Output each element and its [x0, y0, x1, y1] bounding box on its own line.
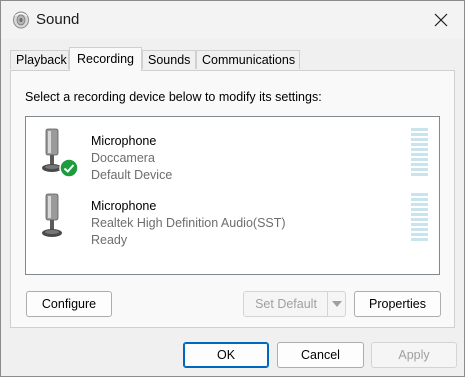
device-name: Microphone: [91, 199, 157, 213]
device-description: Realtek High Definition Audio(SST): [91, 216, 286, 230]
cancel-button[interactable]: Cancel: [277, 342, 364, 368]
tab-playback[interactable]: Playback: [10, 50, 69, 69]
close-icon: [434, 13, 448, 27]
properties-button[interactable]: Properties: [354, 291, 441, 317]
device-list[interactable]: Microphone Doccamera Default Device Micr…: [25, 116, 440, 275]
speaker-icon: [13, 11, 29, 29]
apply-button[interactable]: Apply: [371, 342, 457, 368]
tab-communications[interactable]: Communications: [196, 50, 300, 69]
tab-recording[interactable]: Recording: [69, 47, 142, 71]
sound-dialog: Sound Playback Recording Sounds Communic…: [0, 0, 465, 377]
ok-button[interactable]: OK: [183, 342, 269, 368]
device-name: Microphone: [91, 134, 157, 148]
recording-panel: Select a recording device below to modif…: [10, 70, 455, 328]
window-title: Sound: [36, 11, 80, 28]
title-bar[interactable]: Sound: [1, 1, 464, 39]
configure-button[interactable]: Configure: [26, 291, 112, 317]
device-status: Ready: [91, 233, 128, 247]
close-button[interactable]: [418, 1, 464, 39]
chevron-down-icon: [331, 301, 342, 307]
level-meter: [411, 193, 428, 243]
tab-sounds[interactable]: Sounds: [142, 50, 196, 69]
set-default-label: Set Default: [255, 297, 317, 311]
device-description: Doccamera: [91, 151, 155, 165]
device-status: Default Device: [91, 168, 173, 182]
default-check-icon: [59, 158, 79, 178]
level-meter: [411, 128, 428, 178]
device-item[interactable]: Microphone Realtek High Definition Audio…: [26, 187, 439, 249]
set-default-dropdown[interactable]: [327, 292, 345, 316]
device-item[interactable]: Microphone Doccamera Default Device: [26, 122, 439, 184]
microphone-icon: [42, 193, 62, 237]
set-default-button[interactable]: Set Default: [243, 291, 346, 317]
instruction-text: Select a recording device below to modif…: [25, 90, 322, 104]
